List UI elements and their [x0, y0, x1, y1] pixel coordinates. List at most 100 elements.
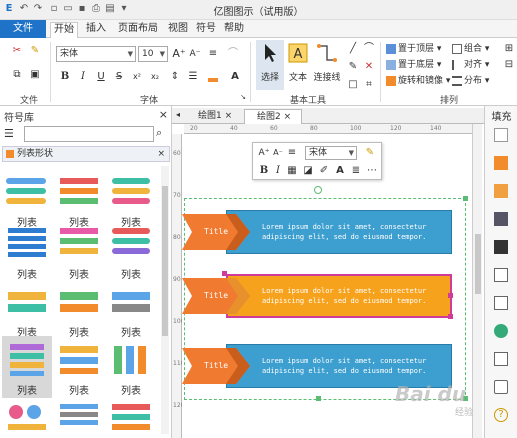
shape-list[interactable]: 列表	[2, 278, 52, 340]
cut-icon[interactable]: ✂	[10, 44, 24, 58]
attachment-icon[interactable]	[494, 352, 508, 366]
bring-to-front-button[interactable]: 置于顶层 ▾	[386, 42, 441, 56]
list-item[interactable]: Title Lorem ipsum dolor sit amet, consec…	[182, 210, 452, 254]
grow-font-icon[interactable]: A⁺	[172, 47, 186, 61]
shape-list[interactable]: 列表	[106, 220, 156, 282]
distribute-button[interactable]: 分布 ▾	[452, 74, 489, 88]
shape-preview-partial[interactable]	[56, 400, 102, 432]
tab-drawing-1[interactable]: 绘图1 ×	[186, 109, 244, 124]
delete-tool-icon[interactable]: ✕	[362, 60, 376, 74]
subscript-icon[interactable]: x₂	[148, 70, 162, 84]
rectangle-tool-icon[interactable]: □	[346, 78, 360, 92]
font-size-select[interactable]: 10 ▼	[138, 46, 168, 62]
resize-handle[interactable]	[316, 396, 321, 401]
group-button[interactable]: 组合 ▾	[452, 42, 489, 56]
library-search-input[interactable]	[24, 126, 154, 142]
line-style-icon[interactable]: ≣	[349, 164, 363, 178]
scrollbar-thumb[interactable]	[475, 234, 481, 294]
strikethrough-icon[interactable]: S̶	[112, 70, 126, 84]
rotate-mirror-button[interactable]: 旋转和镜像 ▾	[386, 74, 450, 88]
superscript-icon[interactable]: x²	[130, 70, 144, 84]
line-spacing-icon[interactable]: ⇕	[168, 70, 182, 84]
grow-font-icon[interactable]: A⁺	[257, 146, 271, 160]
rotate-handle[interactable]	[314, 186, 322, 194]
image-icon[interactable]	[494, 212, 508, 226]
tab-view[interactable]: 视图	[164, 22, 192, 38]
fill-color-icon[interactable]	[206, 70, 220, 84]
dialog-launcher-icon[interactable]: ↘	[236, 90, 250, 104]
help-icon[interactable]: ?	[494, 408, 508, 422]
canvas-scrollbar[interactable]	[472, 124, 482, 438]
close-icon[interactable]: ×	[284, 112, 292, 122]
resize-handle[interactable]	[222, 271, 227, 276]
bold-icon[interactable]: B	[58, 70, 72, 84]
format-painter-icon[interactable]: ✎	[363, 146, 377, 160]
fill-icon[interactable]	[494, 128, 508, 142]
align-icon[interactable]: ≡	[285, 146, 299, 160]
bold-icon[interactable]: B	[257, 164, 271, 178]
bullets-icon[interactable]: ☰	[186, 70, 200, 84]
align-button[interactable]: 对齐 ▾	[452, 58, 489, 72]
close-icon[interactable]: ×	[157, 147, 165, 161]
shape-preview-partial[interactable]	[4, 400, 50, 432]
page-icon[interactable]	[494, 268, 508, 282]
shadow-icon[interactable]	[494, 184, 508, 198]
shape-preview-partial[interactable]	[108, 400, 154, 432]
line-tool-icon[interactable]: ╱	[346, 42, 360, 56]
send-to-back-button[interactable]: 置于底层 ▾	[386, 58, 441, 72]
shrink-font-icon[interactable]: A⁻	[188, 47, 202, 61]
scrollbar-thumb[interactable]	[162, 186, 168, 336]
italic-icon[interactable]: I	[271, 164, 285, 178]
connector-tool[interactable]: 连接线	[312, 40, 342, 90]
close-icon[interactable]: ×	[159, 108, 168, 121]
resize-handle[interactable]	[448, 314, 453, 319]
fill-color-icon[interactable]: ◪	[301, 164, 315, 178]
shape-list[interactable]: 列表	[2, 220, 52, 282]
font-name-select[interactable]: 宋体 ▼	[56, 46, 136, 62]
shape-list[interactable]: 列表	[54, 220, 104, 282]
tab-insert[interactable]: 插入	[82, 22, 110, 38]
font-color-icon[interactable]: A	[228, 70, 242, 84]
align-icon[interactable]: ≡	[206, 47, 220, 61]
line-color-icon[interactable]	[494, 156, 508, 170]
text-tool[interactable]: A 文本	[284, 40, 312, 90]
size-icon[interactable]: ⊞	[502, 42, 516, 56]
tab-page-layout[interactable]: 页面布局	[112, 22, 164, 38]
category-header[interactable]: 列表形状 ×	[2, 146, 170, 162]
more-options-icon[interactable]: ⋯	[365, 164, 379, 178]
shape-list[interactable]: 列表	[106, 336, 156, 398]
shape-list[interactable]: 列表	[54, 336, 104, 398]
copy-icon[interactable]: ⧉	[10, 68, 24, 82]
data-icon[interactable]	[494, 296, 508, 310]
hyperlink-icon[interactable]	[494, 324, 508, 338]
list-item-selected[interactable]: Title Lorem ipsum dolor sit amet, consec…	[182, 271, 453, 319]
format-painter-icon[interactable]: ✎	[28, 44, 42, 58]
shape-outline-icon[interactable]: ⌒	[226, 47, 240, 61]
underline-icon[interactable]: U	[94, 70, 108, 84]
shape-list[interactable]: 列表	[2, 336, 52, 398]
lock-icon[interactable]: ⊟	[502, 58, 516, 72]
tab-file[interactable]: 文件	[0, 20, 46, 38]
curve-tool-icon[interactable]: ⌒	[362, 42, 376, 56]
crop-tool-icon[interactable]: ⌗	[362, 78, 376, 92]
paste-icon[interactable]: ▣	[28, 68, 42, 82]
style-icon[interactable]: ▦	[285, 164, 299, 178]
select-tool[interactable]: 选择	[256, 40, 284, 90]
font-color-icon[interactable]: A	[333, 164, 347, 178]
shape-list[interactable]: 列表	[54, 278, 104, 340]
tabs-menu-icon[interactable]: ◂	[176, 110, 180, 119]
search-icon[interactable]: ⌕	[156, 126, 162, 140]
pencil-tool-icon[interactable]: ✎	[346, 60, 360, 74]
resize-handle[interactable]	[463, 196, 468, 201]
tab-drawing-2[interactable]: 绘图2 ×	[244, 109, 302, 124]
tab-symbols[interactable]: 符号	[192, 22, 220, 38]
library-menu-icon[interactable]: ☰	[4, 127, 14, 140]
close-icon[interactable]: ×	[225, 111, 233, 121]
library-scrollbar[interactable]	[161, 166, 169, 434]
tab-home[interactable]: 开始	[50, 22, 78, 38]
resize-handle[interactable]	[448, 293, 453, 298]
floating-font-select[interactable]: 宋体 ▼	[305, 146, 357, 160]
tab-help[interactable]: 帮助	[220, 22, 248, 38]
shrink-font-icon[interactable]: A⁻	[271, 146, 285, 160]
italic-icon[interactable]: I	[76, 70, 90, 84]
